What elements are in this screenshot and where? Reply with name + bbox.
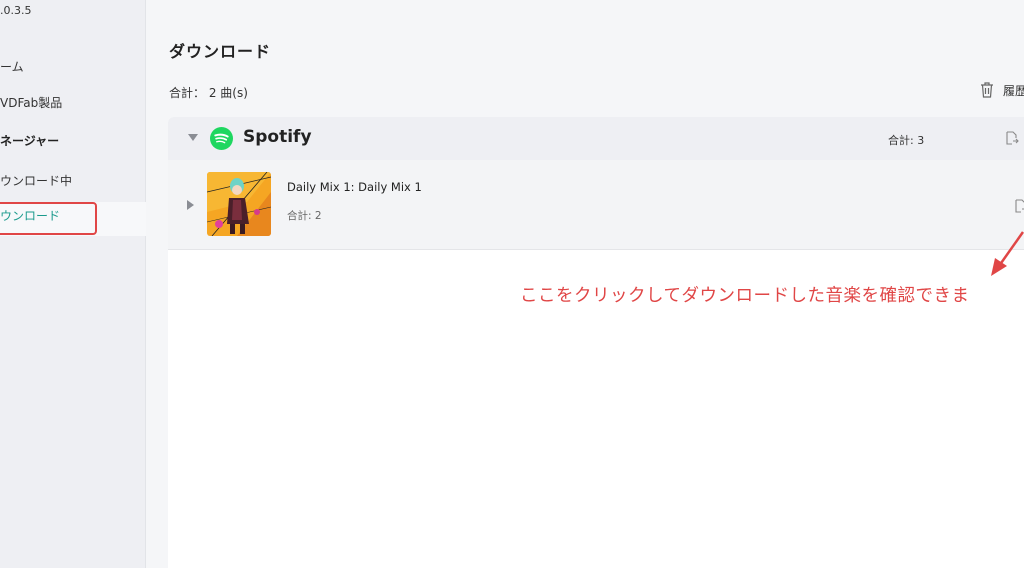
sidebar-item-home[interactable]: ーム xyxy=(0,58,24,75)
export-icon[interactable] xyxy=(1014,199,1024,213)
album-cover-image xyxy=(207,172,271,236)
annotation-text: ここをクリックしてダウンロードした音楽を確認できま xyxy=(520,286,970,306)
total-value: 2 曲(s) xyxy=(208,86,248,100)
group-header-spotify[interactable]: Spotify 合計: 3 xyxy=(168,117,1024,160)
annotation-highlight-box xyxy=(0,202,97,235)
sidebar: .0.3.5 ーム VDFab製品 ネージャー ウンロード中 ウンロード xyxy=(0,0,146,568)
history-button[interactable]: 履歴 xyxy=(979,81,1024,99)
download-list-panel: Spotify 合計: 3 Daily Mix 1: Daily Mix 1 合… xyxy=(168,117,1024,568)
sidebar-item-manager[interactable]: ネージャー xyxy=(0,132,59,149)
export-icon[interactable] xyxy=(1005,131,1019,145)
collapse-caret-icon[interactable] xyxy=(188,134,198,141)
sidebar-item-dvdfab-products[interactable]: VDFab製品 xyxy=(0,94,62,111)
sidebar-item-downloading[interactable]: ウンロード中 xyxy=(0,172,72,189)
item-count: 合計: 2 xyxy=(287,210,322,222)
item-title: Daily Mix 1: Daily Mix 1 xyxy=(287,180,422,194)
group-count: 合計: 3 xyxy=(888,134,925,147)
trash-icon[interactable] xyxy=(979,81,995,99)
list-item[interactable]: Daily Mix 1: Daily Mix 1 合計: 2 xyxy=(168,160,1024,250)
total-label: 合計： xyxy=(169,86,206,100)
total-summary: 合計： 2 曲(s) xyxy=(169,84,248,101)
page-title: ダウンロード xyxy=(169,42,272,61)
expand-caret-icon[interactable] xyxy=(187,200,194,210)
spotify-icon xyxy=(210,127,233,150)
app-version: .0.3.5 xyxy=(0,4,32,17)
annotation-arrow-icon xyxy=(991,231,1024,276)
history-label: 履歴 xyxy=(1003,83,1024,98)
group-name: Spotify xyxy=(243,127,312,147)
